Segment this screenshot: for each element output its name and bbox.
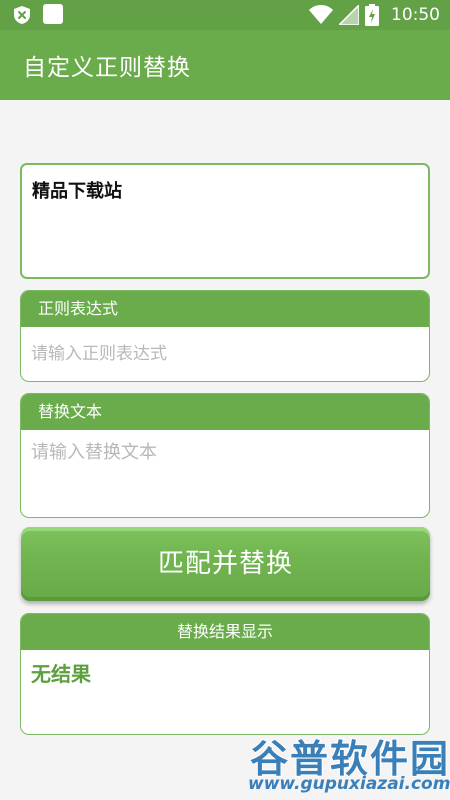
replace-card-header: 替换文本 — [21, 394, 429, 430]
replace-card: 替换文本 请输入替换文本 — [20, 393, 430, 518]
app-notification-icon — [43, 4, 63, 24]
source-text-value: 精品下载站 — [32, 181, 122, 202]
shield-x-icon — [14, 6, 30, 24]
app-bar: 自定义正则替换 — [0, 30, 450, 100]
site-watermark: 谷普软件园 www.gupuxiazai.com — [246, 728, 450, 800]
match-replace-button[interactable]: 匹配并替换 — [21, 527, 430, 601]
result-card-header: 替换结果显示 — [21, 614, 429, 650]
wifi-icon — [309, 5, 333, 24]
battery-icon — [365, 4, 379, 26]
regex-card-header: 正则表达式 — [21, 291, 429, 327]
result-card: 替换结果显示 无结果 — [20, 613, 430, 735]
signal-icon — [339, 5, 359, 25]
watermark-url: www.gupuxiazai.com — [248, 774, 450, 794]
result-value: 无结果 — [31, 662, 91, 686]
status-time: 10:50 — [391, 5, 440, 25]
regex-card: 正则表达式 请输入正则表达式 — [20, 290, 430, 382]
regex-input[interactable]: 请输入正则表达式 — [21, 327, 429, 381]
status-icons: 10:50 — [309, 3, 440, 27]
replace-input[interactable]: 请输入替换文本 — [21, 430, 429, 517]
page-title: 自定义正则替换 — [23, 55, 191, 81]
status-bar: 10:50 — [0, 0, 450, 30]
source-text-input[interactable]: 精品下载站 — [20, 163, 430, 279]
